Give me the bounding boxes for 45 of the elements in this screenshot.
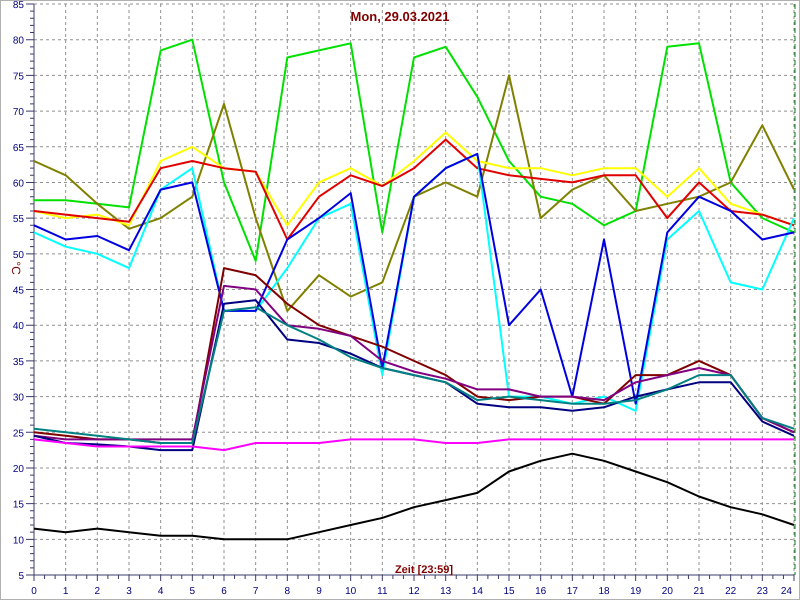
tick-label: 20 (662, 586, 673, 597)
tick-label: 21 (693, 586, 705, 597)
tick-label: 8 (284, 586, 290, 597)
y-axis-label: °C (9, 261, 23, 275)
tick-label: 45 (12, 286, 24, 296)
tick-label: 23 (756, 586, 768, 597)
tick-label: 80 (12, 36, 24, 47)
tick-label: 7 (252, 586, 258, 597)
tick-label: 16 (535, 586, 546, 597)
tick-label: 30 (12, 392, 24, 404)
tick-label: 5 (190, 586, 196, 597)
tick-label: 20 (12, 464, 24, 475)
tick-label: 13 (440, 586, 452, 597)
tick-label: 9 (316, 586, 322, 597)
tick-label: 3 (126, 586, 132, 597)
tick-label: 14 (472, 586, 483, 597)
tick-label: 60 (12, 178, 24, 190)
tick-label: 4 (158, 586, 164, 597)
tick-label: 70 (12, 107, 24, 118)
tick-label: 24 (780, 586, 792, 597)
tick-label: 18 (598, 586, 610, 597)
tick-label: 12 (408, 586, 420, 597)
tick-label: 22 (725, 586, 736, 597)
chart-title: Mon, 29.03.2021 (350, 9, 450, 24)
tick-label: 15 (12, 500, 24, 511)
tick-label: 25 (12, 428, 24, 440)
x-axis-label: Zeit [23:59] (394, 564, 454, 576)
tick-label: 40 (12, 321, 24, 332)
tick-label: 11 (377, 586, 388, 597)
tick-label: 15 (503, 586, 515, 597)
tick-label: 1 (62, 586, 68, 597)
tick-label: 35 (12, 356, 24, 368)
tick-label: 5 (18, 571, 24, 582)
tick-label: 50 (12, 250, 24, 261)
tick-label: 85 (12, 1, 24, 11)
tick-label: 0 (31, 586, 37, 597)
tick-label: 55 (12, 214, 24, 226)
tick-label: 19 (630, 586, 642, 597)
tick-label: 10 (345, 586, 356, 597)
tick-label: 65 (12, 142, 24, 154)
tick-label: 6 (221, 586, 227, 597)
tick-label: 10 (12, 535, 24, 546)
tick-label: 75 (12, 71, 24, 82)
tick-label: 17 (566, 586, 578, 597)
tick-label: 2 (94, 586, 100, 597)
